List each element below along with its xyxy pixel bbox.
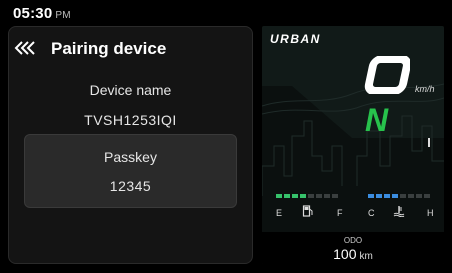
temp-bar	[368, 194, 374, 198]
back-chevrons-icon[interactable]	[14, 40, 36, 56]
odo-unit: km	[359, 251, 373, 262]
fuel-bar	[324, 194, 330, 198]
temp-cold-label: C	[368, 208, 375, 218]
fuel-bar	[300, 194, 306, 198]
fuel-bar	[276, 194, 282, 198]
fuel-bar	[308, 194, 314, 198]
temp-bar	[376, 194, 382, 198]
odo-label: ODO	[343, 236, 363, 245]
fuel-bar	[284, 194, 290, 198]
odo-value: 100 km	[333, 246, 373, 262]
temp-bar	[400, 194, 406, 198]
status-bar: 05:30 PM	[0, 0, 452, 24]
temp-bar	[408, 194, 414, 198]
fuel-bar	[332, 194, 338, 198]
clock-ampm: PM	[55, 10, 71, 21]
device-name-label: Device name	[89, 82, 172, 98]
rpm-tick	[428, 138, 430, 147]
pairing-title: Pairing device	[51, 39, 167, 58]
device-name-value: TVSH1253IQI	[84, 112, 177, 128]
passkey-box: Passkey 12345	[24, 134, 237, 208]
instrument-cluster: URBAN km/h N E F C H ODO 100 km	[262, 26, 444, 264]
speed-readout	[364, 56, 410, 94]
ride-mode: URBAN	[270, 32, 321, 46]
clock: 05:30 PM	[13, 5, 71, 22]
coolant-temperature-icon	[393, 206, 405, 217]
gear-indicator: N	[365, 102, 389, 138]
passkey-label: Passkey	[104, 149, 157, 165]
fuel-bar	[292, 194, 298, 198]
odometer: ODO 100 km	[262, 232, 444, 264]
fuel-bar	[316, 194, 322, 198]
fuel-empty-label: E	[276, 208, 283, 218]
fuel-pump-icon	[302, 205, 313, 217]
passkey-value: 12345	[109, 178, 152, 194]
temp-bar	[424, 194, 430, 198]
temp-hot-label: H	[427, 208, 434, 218]
temp-bar	[384, 194, 390, 198]
temp-bar	[392, 194, 398, 198]
speed-unit: km/h	[415, 84, 435, 94]
temp-bar	[416, 194, 422, 198]
fuel-full-label: F	[337, 208, 343, 218]
city-skyline-background	[262, 26, 444, 196]
